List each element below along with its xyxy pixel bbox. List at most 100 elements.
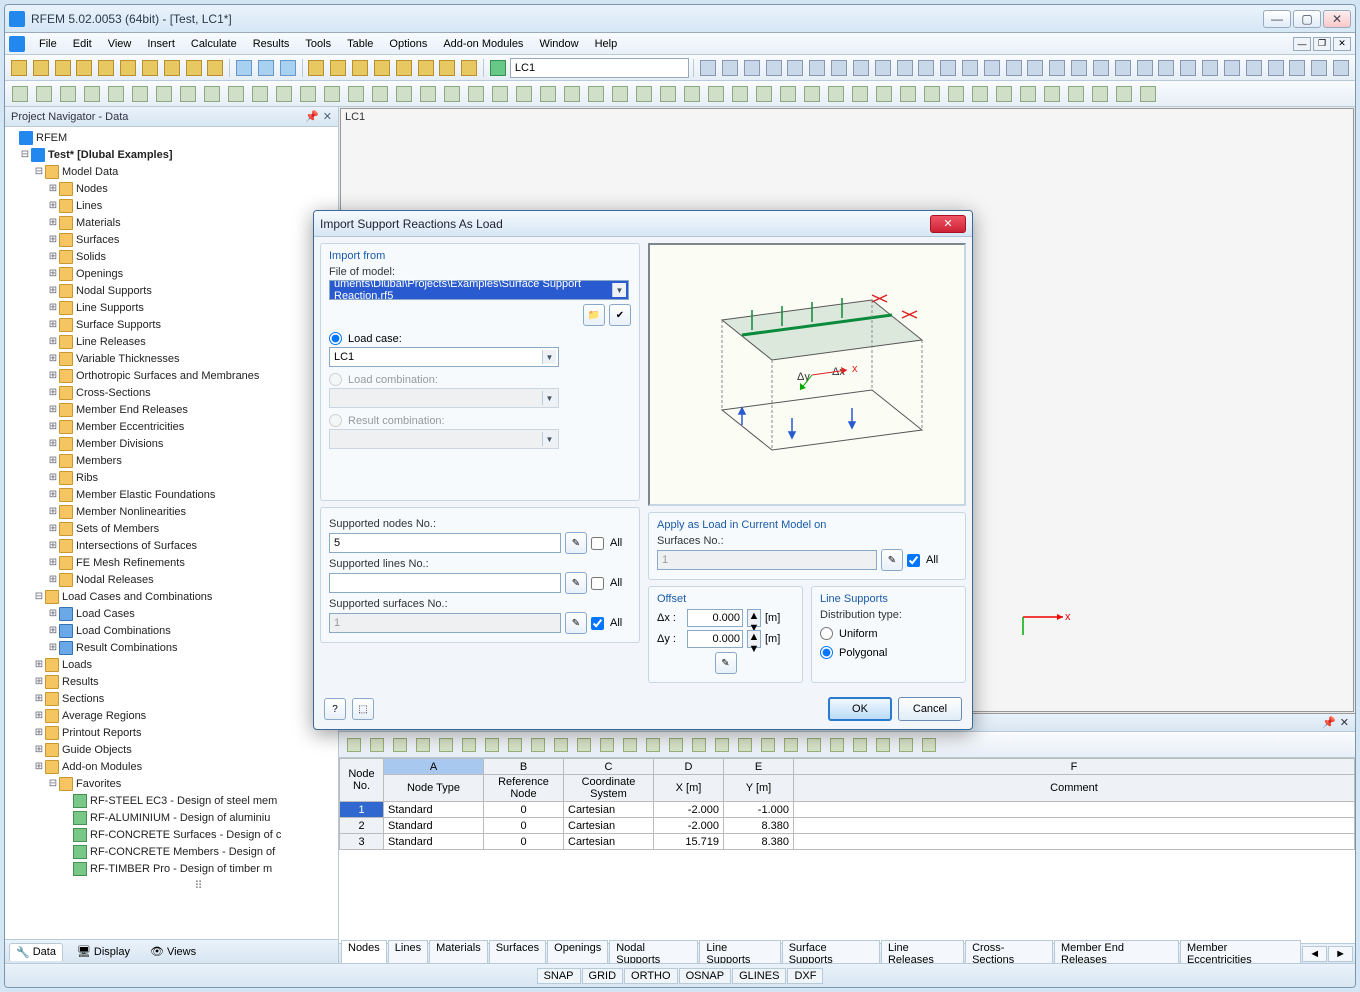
col-header-d[interactable]: D <box>654 759 724 775</box>
toolbar-button[interactable] <box>273 83 295 105</box>
grid-tab[interactable]: Surface Supports <box>782 940 880 964</box>
navigator-close[interactable]: ✕ <box>323 110 332 123</box>
tree-item[interactable]: RF-TIMBER Pro - Design of timber m <box>5 860 338 877</box>
loadcase-combo[interactable]: LC1▼ <box>329 347 559 367</box>
toolbar-button[interactable] <box>369 83 391 105</box>
toolbar-button[interactable] <box>1266 57 1286 79</box>
grid-toolbar-button[interactable] <box>504 734 526 756</box>
grid-toolbar-button[interactable] <box>389 734 411 756</box>
grid-toolbar-button[interactable] <box>665 734 687 756</box>
grid-toolbar-button[interactable] <box>412 734 434 756</box>
toolbar-button[interactable] <box>9 57 29 79</box>
menu-window[interactable]: Window <box>531 36 586 52</box>
toolbar-button[interactable] <box>105 83 127 105</box>
toolbar-button[interactable] <box>162 57 182 79</box>
tree-item[interactable]: ⊞Members <box>5 452 338 469</box>
sup-lines-input[interactable] <box>329 573 561 593</box>
toolbar-button[interactable] <box>1137 83 1159 105</box>
toolbar-button[interactable] <box>873 83 895 105</box>
pin-icon[interactable]: 📌 <box>305 110 319 123</box>
tree-item[interactable]: RF-ALUMINIUM - Design of aluminiu <box>5 809 338 826</box>
toolbar-button[interactable] <box>345 83 367 105</box>
toolbar-button[interactable] <box>921 83 943 105</box>
nav-tab-display[interactable]: 🖥Display <box>71 943 136 960</box>
toolbar-button[interactable] <box>1065 83 1087 105</box>
toolbar-button[interactable] <box>1047 57 1067 79</box>
toolbar-button[interactable] <box>465 83 487 105</box>
toolbar-button[interactable] <box>1017 83 1039 105</box>
toolbar-button[interactable] <box>153 83 175 105</box>
table-row[interactable]: 3Standard0Cartesian15.7198.380 <box>340 834 1355 850</box>
tree-item[interactable]: ⊞Add-on Modules <box>5 758 338 775</box>
dy-spinner[interactable]: ▲▼ <box>747 630 761 648</box>
tree-item[interactable]: ⊞Sections <box>5 690 338 707</box>
table-row[interactable]: 2Standard0Cartesian-2.0008.380 <box>340 818 1355 834</box>
grid-toolbar-button[interactable] <box>343 734 365 756</box>
toolbar-button[interactable] <box>1041 83 1063 105</box>
toolbar-button[interactable] <box>945 83 967 105</box>
toolbar-button[interactable] <box>1135 57 1155 79</box>
toolbar-button[interactable] <box>1113 57 1133 79</box>
tree-item[interactable]: ⊞Line Supports <box>5 299 338 316</box>
toolbar-button[interactable] <box>53 57 73 79</box>
toolbar-button[interactable] <box>1200 57 1220 79</box>
toolbar-button[interactable] <box>372 57 392 79</box>
tree-item[interactable]: ⊞Materials <box>5 214 338 231</box>
tree-item[interactable]: ⊞Loads <box>5 656 338 673</box>
toolbar-button[interactable] <box>441 83 463 105</box>
toolbar-button[interactable] <box>74 57 94 79</box>
tree-item[interactable]: ⊞Guide Objects <box>5 741 338 758</box>
tree-item[interactable]: ⊞Surfaces <box>5 231 338 248</box>
toolbar-button[interactable] <box>1331 57 1351 79</box>
toolbar-button[interactable] <box>764 57 784 79</box>
grid-toolbar-button[interactable] <box>918 734 940 756</box>
toolbar-button[interactable] <box>96 57 116 79</box>
toolbar-button[interactable] <box>897 83 919 105</box>
tree-item[interactable]: ⊞Variable Thicknesses <box>5 350 338 367</box>
tree-item[interactable]: ⊞Lines <box>5 197 338 214</box>
mdi-minimize[interactable]: — <box>1293 37 1311 51</box>
col-header-b[interactable]: B <box>484 759 564 775</box>
toolbar-button[interactable] <box>513 83 535 105</box>
toolbar-button[interactable] <box>742 57 762 79</box>
tree-item[interactable]: ⊞FE Mesh Refinements <box>5 554 338 571</box>
status-cell[interactable]: GRID <box>582 968 624 984</box>
tree-item[interactable]: ⊞Nodes <box>5 180 338 197</box>
col-header-a[interactable]: A <box>384 759 484 775</box>
grid-tab[interactable]: Member Eccentricities <box>1180 940 1301 964</box>
toolbar-button[interactable] <box>321 83 343 105</box>
all-lines-check[interactable]: All <box>591 577 622 590</box>
grid-tab[interactable]: Member End Releases <box>1054 940 1179 964</box>
toolbar-button[interactable] <box>205 57 225 79</box>
grid-toolbar-button[interactable] <box>366 734 388 756</box>
dialog-titlebar[interactable]: Import Support Reactions As Load ✕ <box>314 211 972 237</box>
cancel-button[interactable]: Cancel <box>898 697 962 721</box>
check-button[interactable]: ✔ <box>609 304 631 326</box>
toolbar-button[interactable] <box>938 57 958 79</box>
grid-toolbar-button[interactable] <box>780 734 802 756</box>
radio-uniform[interactable]: Uniform <box>820 627 957 640</box>
toolbar-button[interactable] <box>825 83 847 105</box>
menu-options[interactable]: Options <box>381 36 435 52</box>
tree-item[interactable]: ⊞Printout Reports <box>5 724 338 741</box>
grid-tab[interactable]: Surfaces <box>489 940 546 964</box>
radio-polygonal[interactable]: Polygonal <box>820 646 957 659</box>
menu-results[interactable]: Results <box>245 36 298 52</box>
help-button[interactable]: ? <box>324 698 346 720</box>
grid-toolbar-button[interactable] <box>458 734 480 756</box>
toolbar-button[interactable] <box>705 83 727 105</box>
ok-button[interactable]: OK <box>828 697 892 721</box>
grid-tab[interactable]: Openings <box>547 940 608 964</box>
toolbar-button[interactable] <box>81 83 103 105</box>
tree-item[interactable]: ⊞Solids <box>5 248 338 265</box>
grid-toolbar-button[interactable] <box>734 734 756 756</box>
tree-item[interactable]: ⊞Member Elastic Foundations <box>5 486 338 503</box>
grid-toolbar-button[interactable] <box>872 734 894 756</box>
toolbar-button[interactable] <box>960 57 980 79</box>
menu-help[interactable]: Help <box>587 36 626 52</box>
toolbar-button[interactable] <box>350 57 370 79</box>
menu-edit[interactable]: Edit <box>65 36 100 52</box>
toolbar-button[interactable] <box>895 57 915 79</box>
grid-toolbar-button[interactable] <box>435 734 457 756</box>
toolbar-button[interactable] <box>31 57 51 79</box>
